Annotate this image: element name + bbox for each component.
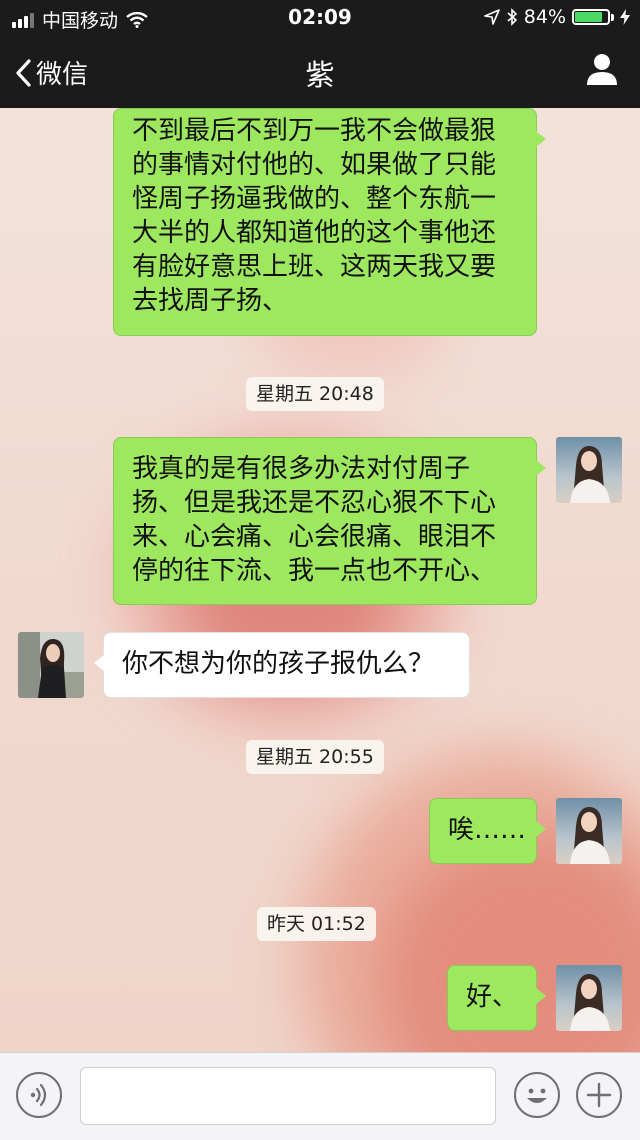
- message-bubble-outgoing[interactable]: 唉……: [429, 798, 546, 864]
- avatar-photo: [18, 632, 84, 698]
- bluetooth-icon: [507, 8, 517, 26]
- time-separator: 星期五 20:48: [246, 377, 384, 411]
- chat-title: 紫: [305, 58, 335, 92]
- voice-icon: [30, 1083, 47, 1107]
- message-line: 怪周子扬逼我做的、整个东航一: [132, 184, 497, 214]
- message-line: 停的往下流、我一点也不开心、: [132, 556, 497, 586]
- message-bubble-incoming[interactable]: 你不想为你的孩子报仇么？: [94, 632, 470, 698]
- message-bubble-outgoing[interactable]: 不到最后不到万一我不会做最狠 的事情对付他的、如果做了只能 怪周子扬逼我做的、整…: [113, 108, 546, 336]
- message-line: 来、心会痛、心会很痛、眼泪不: [132, 522, 497, 552]
- battery-percent: 84%: [523, 6, 566, 28]
- message-line: 唉……: [448, 815, 527, 845]
- message-line: 有脸好意思上班、这两天我又要: [132, 252, 497, 282]
- location-icon: [483, 9, 500, 25]
- avatar-photo: [556, 437, 622, 503]
- emoji-button[interactable]: [514, 1072, 560, 1118]
- message-line: 你不想为你的孩子报仇么？: [122, 649, 435, 679]
- status-bar: 中国移动 02:09 84%: [0, 0, 640, 36]
- message-line: 大半的人都知道他的这个事他还: [132, 218, 497, 248]
- avatar-photo: [556, 965, 622, 1031]
- self-avatar[interactable]: [556, 437, 622, 503]
- message-bubble-outgoing[interactable]: 我真的是有很多办法对付周子 扬、但是我还是不忍心狠不下心 来、心会痛、心会很痛、…: [113, 437, 546, 605]
- time-separator: 昨天 01:52: [257, 907, 376, 941]
- person-icon: [587, 54, 617, 85]
- input-bar: [0, 1052, 640, 1140]
- message-line: 去找周子扬、: [132, 286, 289, 316]
- voice-button[interactable]: [16, 1072, 62, 1118]
- emoji-icon: [527, 1088, 547, 1103]
- plus-icon: [586, 1082, 612, 1108]
- message-line: 扬、但是我还是不忍心狠不下心: [132, 488, 497, 518]
- self-avatar[interactable]: [556, 798, 622, 864]
- profile-button[interactable]: [586, 52, 618, 90]
- avatar-photo: [556, 798, 622, 864]
- message-input[interactable]: [80, 1067, 496, 1125]
- message-line: 好、: [466, 982, 519, 1012]
- time-separator: 星期五 20:55: [246, 740, 384, 774]
- battery-icon: [572, 9, 614, 25]
- plus-button[interactable]: [576, 1072, 622, 1118]
- message-line: 不到最后不到万一我不会做最狠: [132, 116, 497, 146]
- message-bubble-outgoing[interactable]: 好、: [447, 965, 546, 1031]
- message-line: 的事情对付他的、如果做了只能: [132, 150, 497, 180]
- contact-avatar[interactable]: [18, 632, 84, 698]
- charging-icon: [620, 9, 630, 25]
- self-avatar[interactable]: [556, 965, 622, 1031]
- message-line: 我真的是有很多办法对付周子: [132, 454, 471, 484]
- nav-bar: 微信 紫: [0, 36, 640, 108]
